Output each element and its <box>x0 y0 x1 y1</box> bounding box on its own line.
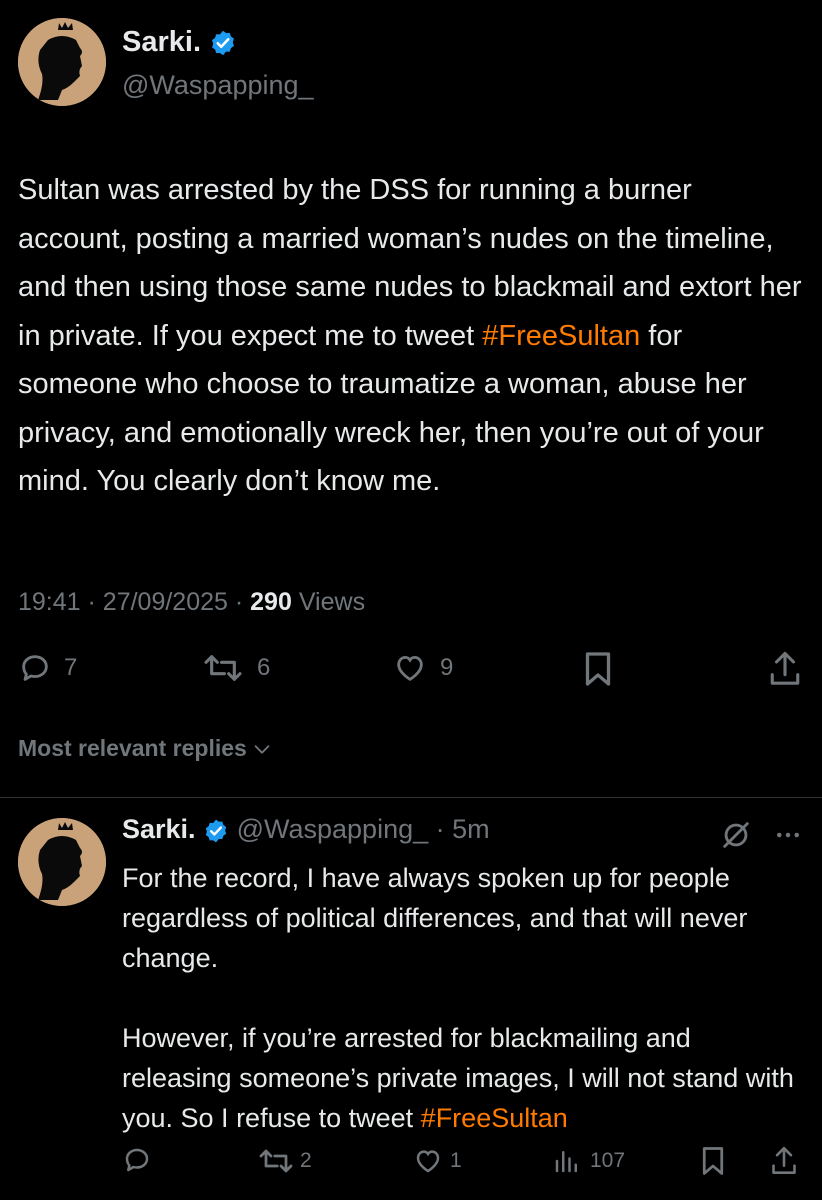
reply-handle[interactable]: @Waspapping_ <box>237 814 429 844</box>
reply-paragraph: However, if you’re arrested for blackmai… <box>122 1018 802 1138</box>
reply-like-count: 1 <box>450 1149 462 1172</box>
reply-icon <box>125 1148 149 1172</box>
reply-share-button[interactable] <box>770 1144 798 1178</box>
like-icon <box>416 1150 440 1173</box>
reply-reply-button[interactable] <box>122 1145 152 1175</box>
reply-paragraph: For the record, I have always spoken up … <box>122 863 755 973</box>
reply-count: 7 <box>64 654 78 681</box>
tweet-meta: 19:41 · 27/09/2025 · 290 Views <box>18 588 365 617</box>
repost-button[interactable]: 6 <box>203 651 270 685</box>
share-button[interactable] <box>768 649 802 689</box>
replies-sort-dropdown[interactable]: Most relevant replies <box>18 735 273 762</box>
views-count[interactable]: 290 <box>250 588 292 616</box>
repost-count: 6 <box>257 654 271 681</box>
like-button[interactable]: 9 <box>392 651 453 685</box>
reply-header: Sarki. @Waspapping_ · 5m <box>122 814 490 845</box>
bookmark-icon <box>585 652 611 686</box>
separator: · <box>87 588 103 616</box>
reply-text: For the record, I have always spoken up … <box>122 858 802 1138</box>
views-icon <box>555 1151 577 1173</box>
more-icon[interactable] <box>773 820 803 850</box>
repost-icon <box>259 1149 293 1173</box>
reply-icon <box>22 655 48 681</box>
reply-author-name[interactable]: Sarki. <box>122 814 196 844</box>
reply-button[interactable]: 7 <box>18 651 77 685</box>
views-label: Views <box>298 588 366 616</box>
reply-views-count: 107 <box>590 1149 626 1172</box>
verified-badge-icon <box>212 31 235 56</box>
mute-icon[interactable] <box>718 818 754 852</box>
bookmark-icon <box>702 1147 724 1175</box>
reply-bookmark-button[interactable] <box>700 1146 726 1176</box>
repost-icon <box>204 655 242 681</box>
hashtag-link[interactable]: #FreeSultan <box>421 1103 568 1133</box>
tweet-text: Sultan was arrested by the DSS for runni… <box>18 166 804 506</box>
replies-sort-label: Most relevant replies <box>18 735 247 761</box>
avatar[interactable] <box>18 18 106 106</box>
reply-age[interactable]: 5m <box>452 814 490 844</box>
tweet-date[interactable]: 27/09/2025 <box>103 588 228 616</box>
tweet-text-part: Sultan was arrested by the DSS for runni… <box>18 174 810 352</box>
reply-avatar[interactable] <box>18 818 106 906</box>
like-icon <box>397 655 423 681</box>
separator: · <box>428 814 453 844</box>
author-handle[interactable]: @Waspapping_ <box>122 70 314 101</box>
reply-repost-button[interactable]: 2 <box>258 1146 312 1176</box>
reply-views-button[interactable]: 107 <box>552 1146 625 1176</box>
like-count: 9 <box>440 654 454 681</box>
verified-badge-icon <box>205 819 227 843</box>
chevron-down-icon <box>254 744 270 754</box>
tweet-time[interactable]: 19:41 <box>18 588 81 616</box>
share-icon <box>770 651 800 685</box>
separator: · <box>234 588 251 616</box>
author-name[interactable]: Sarki. <box>122 26 237 59</box>
share-icon <box>772 1146 796 1174</box>
bookmark-button[interactable] <box>582 651 614 687</box>
hashtag-link[interactable]: #FreeSultan <box>482 320 640 352</box>
reply-like-button[interactable]: 1 <box>412 1146 462 1176</box>
divider <box>0 797 822 798</box>
reply-repost-count: 2 <box>300 1149 312 1172</box>
